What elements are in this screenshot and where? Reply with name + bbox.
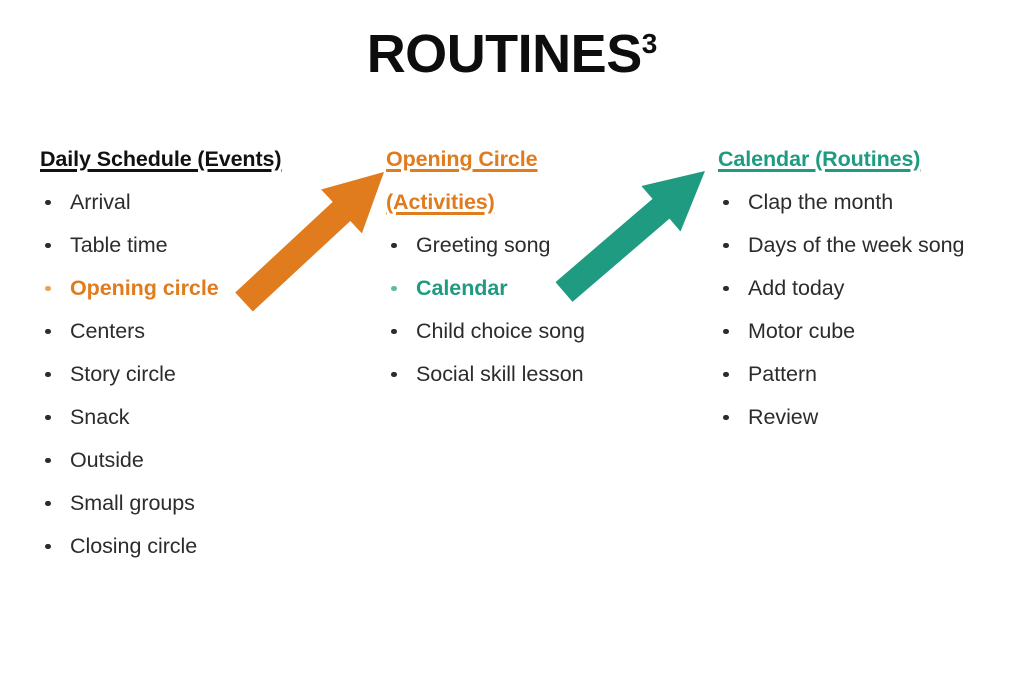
list-item-label: Social skill lesson — [416, 362, 584, 386]
list-item-opening-circle: Opening circle — [40, 267, 360, 310]
list-item-add-today: Add today — [718, 267, 1018, 310]
list-item-story-circle: Story circle — [40, 353, 360, 396]
list-item-label: Opening circle — [70, 276, 219, 300]
bullet-dot-icon — [391, 242, 397, 249]
list-item-clap-the-month: Clap the month — [718, 181, 1018, 224]
list-item-label: Add today — [748, 276, 845, 300]
list-item-label: Greeting song — [416, 233, 551, 257]
list-item-label: Centers — [70, 319, 145, 343]
column-header-opening-circle-line-2: (Activities) — [386, 190, 495, 214]
list-item-label: Table time — [70, 233, 168, 257]
list-item-greeting-song: Greeting song — [386, 224, 686, 267]
column-calendar: Calendar (Routines) Clap the month Days o… — [718, 138, 1018, 439]
list-item-days-of-the-week-song: Days of the week song — [718, 224, 1018, 267]
list-item-label: Clap the month — [748, 190, 894, 214]
slide-canvas: ROUTINES3 Daily Schedule (Events) Arriva… — [0, 0, 1024, 683]
bullet-dot-icon — [45, 285, 51, 292]
list-item-social-skill-lesson: Social skill lesson — [386, 353, 686, 396]
list-item-centers: Centers — [40, 310, 360, 353]
column-header-calendar: Calendar (Routines) — [718, 147, 921, 171]
list-item-small-groups: Small groups — [40, 482, 360, 525]
column-daily-schedule: Daily Schedule (Events) Arrival Table tim… — [40, 138, 360, 568]
list-item-pattern: Pattern — [718, 353, 1018, 396]
bullet-dot-icon — [45, 199, 51, 206]
list-item-label: Closing circle — [70, 534, 198, 558]
bullet-dot-icon — [723, 285, 729, 292]
page-title-text: ROUTINES — [366, 24, 643, 84]
bullet-list-opening-circle: Greeting song Calendar Child choice song So… — [386, 224, 686, 396]
bullet-dot-icon — [45, 328, 51, 335]
list-item-label: Story circle — [70, 362, 176, 386]
bullet-dot-icon — [723, 414, 729, 421]
page-title: ROUTINES3 — [0, 27, 1024, 81]
bullet-dot-icon — [723, 371, 729, 378]
bullet-dot-icon — [45, 414, 51, 421]
column-header-opening-circle-line-1: Opening Circle — [386, 147, 538, 171]
bullet-list-daily-schedule: Arrival Table time Opening circle Centers St… — [40, 181, 360, 568]
bullet-dot-icon — [45, 500, 51, 507]
list-item-closing-circle: Closing circle — [40, 525, 360, 568]
list-item-label: Small groups — [70, 491, 195, 515]
list-item-label: Child choice song — [416, 319, 585, 343]
bullet-dot-icon — [45, 457, 51, 464]
list-item-label: Days of the week song — [748, 233, 965, 257]
list-item-outside: Outside — [40, 439, 360, 482]
list-item-label: Outside — [70, 448, 144, 472]
list-item-table-time: Table time — [40, 224, 360, 267]
bullet-dot-icon — [723, 328, 729, 335]
bullet-dot-icon — [723, 242, 729, 249]
bullet-dot-icon — [391, 371, 397, 378]
list-item-arrival: Arrival — [40, 181, 360, 224]
list-item-label: Calendar — [416, 276, 508, 300]
bullet-dot-icon — [723, 199, 729, 206]
list-item-snack: Snack — [40, 396, 360, 439]
page-title-superscript: 3 — [641, 28, 658, 59]
bullet-dot-icon — [391, 285, 397, 292]
list-item-motor-cube: Motor cube — [718, 310, 1018, 353]
column-opening-circle: Opening Circle (Activities) Greeting son… — [386, 138, 686, 396]
bullet-dot-icon — [45, 242, 51, 249]
bullet-dot-icon — [45, 543, 51, 550]
list-item-child-choice-song: Child choice song — [386, 310, 686, 353]
list-item-label: Pattern — [748, 362, 817, 386]
list-item-label: Snack — [70, 405, 130, 429]
list-item-review: Review — [718, 396, 1018, 439]
list-item-label: Motor cube — [748, 319, 856, 343]
bullet-dot-icon — [45, 371, 51, 378]
list-item-label: Arrival — [70, 190, 131, 214]
bullet-list-calendar: Clap the month Days of the week song Add t… — [718, 181, 1018, 439]
column-header-daily-schedule: Daily Schedule (Events) — [40, 147, 282, 171]
bullet-dot-icon — [391, 328, 397, 335]
list-item-label: Review — [748, 405, 819, 429]
list-item-calendar: Calendar — [386, 267, 686, 310]
